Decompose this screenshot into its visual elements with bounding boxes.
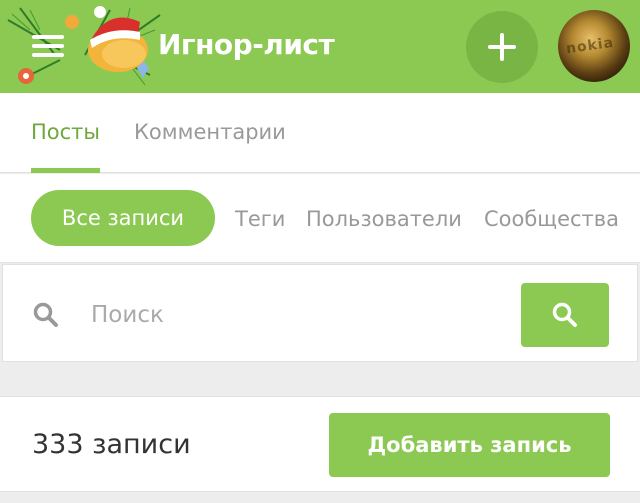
- search-icon: [552, 302, 577, 327]
- records-count: 333 записи: [32, 429, 191, 460]
- avatar[interactable]: nokia: [558, 10, 630, 82]
- top-bar: Игнор-лист nokia: [0, 0, 640, 93]
- search-input[interactable]: [91, 295, 491, 335]
- search-icon: [33, 302, 58, 327]
- search-box: [2, 264, 638, 362]
- menu-bar: [32, 35, 64, 39]
- filter-tags[interactable]: Теги: [235, 207, 285, 231]
- search-button[interactable]: [521, 283, 609, 347]
- menu-bar: [32, 44, 64, 48]
- avatar-text: nokia: [565, 34, 616, 58]
- tab-posts[interactable]: Посты: [31, 120, 100, 144]
- page-title: Игнор-лист: [158, 28, 335, 61]
- add-plus-icon[interactable]: [466, 11, 538, 83]
- filter-users[interactable]: Пользователи: [306, 207, 462, 231]
- hamburger-menu-icon[interactable]: [32, 33, 64, 59]
- menu-bar: [32, 53, 64, 57]
- tab-bar: Посты Комментарии: [0, 93, 640, 173]
- add-record-button[interactable]: Добавить запись: [329, 413, 610, 477]
- tab-comments[interactable]: Комментарии: [134, 120, 286, 144]
- records-summary: 333 записи Добавить запись: [0, 396, 640, 492]
- filter-communities[interactable]: Сообщества: [484, 207, 619, 231]
- filter-all-records-button[interactable]: Все записи: [31, 190, 215, 246]
- active-tab-indicator: [31, 168, 100, 173]
- holiday-mascot-logo[interactable]: [0, 0, 170, 93]
- filter-bar: Все записи Теги Пользователи Сообщества: [0, 174, 640, 263]
